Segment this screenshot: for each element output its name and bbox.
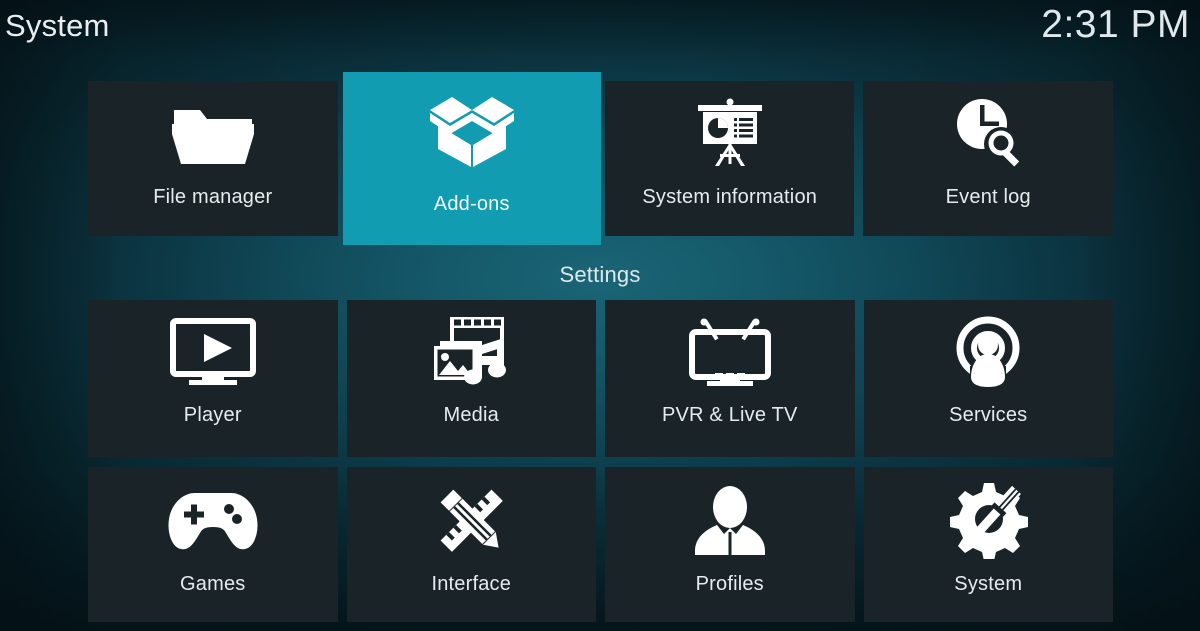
menu-tile-label: Services <box>949 404 1028 426</box>
media-library-icon <box>347 300 597 403</box>
settings-row-2: Games Interface Profiles System <box>88 467 1113 622</box>
menu-tile-label: Media <box>443 404 499 426</box>
menu-tile-pvr-live-tv[interactable]: PVR & Live TV <box>605 300 855 457</box>
menu-tile-profiles[interactable]: Profiles <box>605 467 855 622</box>
menu-tile-label: Add-ons <box>433 193 510 215</box>
tv-antenna-icon <box>605 300 855 403</box>
settings-section-header: Settings <box>559 262 641 287</box>
settings-row-1: Player Media PVR & Live TV Services <box>88 300 1113 457</box>
open-box-icon <box>343 72 601 192</box>
pencil-ruler-icon <box>347 467 597 572</box>
menu-tile-interface[interactable]: Interface <box>346 467 597 622</box>
gamepad-icon <box>88 467 338 572</box>
menu-tile-event-log[interactable]: Event log <box>863 81 1113 236</box>
menu-content: File manager Add-ons System information … <box>0 0 1200 631</box>
top-bar: System 2:31 PM <box>0 0 1200 52</box>
menu-tile-label: System information <box>642 186 818 208</box>
menu-tile-system[interactable]: System <box>863 467 1114 622</box>
menu-tile-label: PVR & Live TV <box>661 404 798 426</box>
folder-icon <box>88 81 338 185</box>
menu-tile-label: Interface <box>431 573 512 595</box>
presentation-icon <box>605 81 855 185</box>
menu-tile-file-manager[interactable]: File manager <box>88 81 338 236</box>
menu-tile-media[interactable]: Media <box>346 300 597 457</box>
clock: 2:31 PM <box>1041 3 1190 46</box>
menu-tile-services[interactable]: Services <box>863 300 1114 457</box>
clock-search-icon <box>863 81 1113 185</box>
top-menu-row: File manager Add-ons System information … <box>88 72 1113 245</box>
podcast-person-icon <box>864 300 1114 403</box>
menu-tile-label: System <box>954 573 1023 595</box>
page-title: System <box>5 8 110 43</box>
monitor-play-icon <box>88 300 338 403</box>
menu-tile-add-ons[interactable]: Add-ons <box>342 72 601 245</box>
menu-tile-label: Event log <box>945 186 1031 208</box>
menu-tile-label: Player <box>183 404 242 426</box>
menu-tile-player[interactable]: Player <box>88 300 338 457</box>
menu-tile-system-information[interactable]: System information <box>604 81 855 236</box>
menu-tile-label: Games <box>180 573 246 595</box>
menu-tile-label: File manager <box>153 186 273 208</box>
gear-wrench-icon <box>864 467 1114 572</box>
person-bust-icon <box>605 467 855 572</box>
menu-tile-games[interactable]: Games <box>88 467 338 622</box>
menu-tile-label: Profiles <box>695 573 764 595</box>
